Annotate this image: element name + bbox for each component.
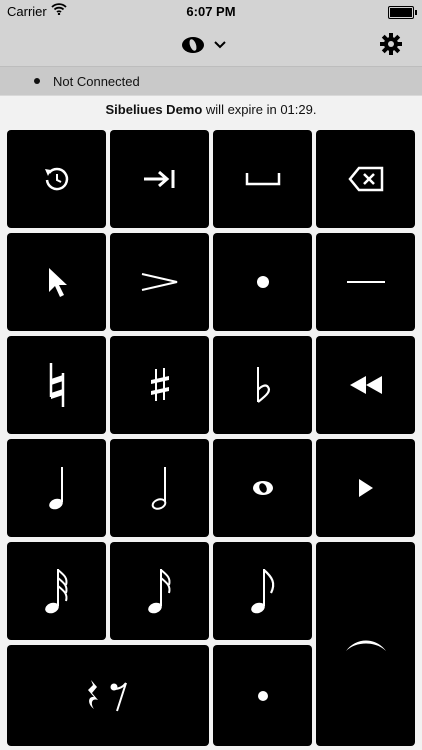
quarter-note-icon: [48, 467, 63, 510]
connection-status: Not Connected: [53, 74, 140, 89]
natural-icon: [49, 363, 64, 407]
staccato-dot-icon: [256, 276, 269, 288]
accent-button[interactable]: [110, 233, 209, 331]
expiry-message-prefix: will expire in: [202, 102, 281, 117]
play-button[interactable]: [316, 439, 415, 537]
undo-button[interactable]: [7, 130, 106, 228]
accent-icon: [141, 273, 177, 291]
thirty-second-note-button[interactable]: [7, 542, 106, 640]
tie-button[interactable]: [316, 542, 415, 746]
rest-button[interactable]: [7, 645, 209, 746]
natural-button[interactable]: [7, 336, 106, 434]
space-button[interactable]: [213, 130, 312, 228]
quarter-note-button[interactable]: [7, 439, 106, 537]
tenuto-button[interactable]: [316, 233, 415, 331]
demo-expiry-notice: Sibeliues Demo will expire in 01:29.: [0, 96, 422, 126]
sharp-button[interactable]: [110, 336, 209, 434]
half-note-button[interactable]: [110, 439, 209, 537]
connection-dot-icon: [34, 78, 40, 84]
instrument-selector[interactable]: [0, 34, 422, 61]
tab-next-button[interactable]: [110, 130, 209, 228]
whole-note-button[interactable]: [213, 439, 312, 537]
tab-next-icon: [143, 170, 174, 188]
rewind-icon: [349, 376, 382, 394]
undo-icon: [44, 167, 68, 191]
status-bar: Carrier 6:07 PM: [0, 0, 422, 24]
app-name: Sibeliues Demo: [105, 102, 203, 117]
rewind-button[interactable]: [316, 336, 415, 434]
nav-bar: [0, 24, 422, 67]
thirty-second-note-icon: [44, 569, 67, 614]
sixteenth-note-icon: [147, 569, 170, 614]
expiry-countdown: 01:29: [280, 102, 313, 117]
eighth-note-icon: [250, 569, 274, 614]
battery-icon: [388, 6, 417, 19]
dot-button[interactable]: [213, 645, 312, 746]
keypad: [0, 126, 422, 750]
half-note-icon: [151, 467, 166, 510]
sharp-icon: [150, 368, 169, 401]
sixteenth-note-button[interactable]: [110, 542, 209, 640]
expiry-message-suffix: .: [312, 102, 317, 117]
select-button[interactable]: [7, 233, 106, 331]
pointer-icon: [48, 268, 67, 297]
clock: 6:07 PM: [186, 4, 236, 19]
connection-status-bar: Not Connected: [0, 67, 422, 95]
dot-icon: [257, 690, 268, 701]
eighth-note-button[interactable]: [213, 542, 312, 640]
backspace-button[interactable]: [316, 130, 415, 228]
flat-button[interactable]: [213, 336, 312, 434]
tenuto-icon: [346, 281, 385, 283]
staccato-button[interactable]: [213, 233, 312, 331]
rest-icon: [88, 679, 127, 711]
whole-note-icon: [252, 481, 273, 495]
sibelius-logo-icon: [182, 37, 226, 53]
backspace-icon: [347, 166, 383, 192]
space-icon: [245, 173, 280, 186]
gear-icon[interactable]: [380, 33, 402, 55]
play-icon: [358, 479, 373, 497]
tie-icon: [345, 640, 386, 651]
flat-icon: [256, 367, 270, 403]
